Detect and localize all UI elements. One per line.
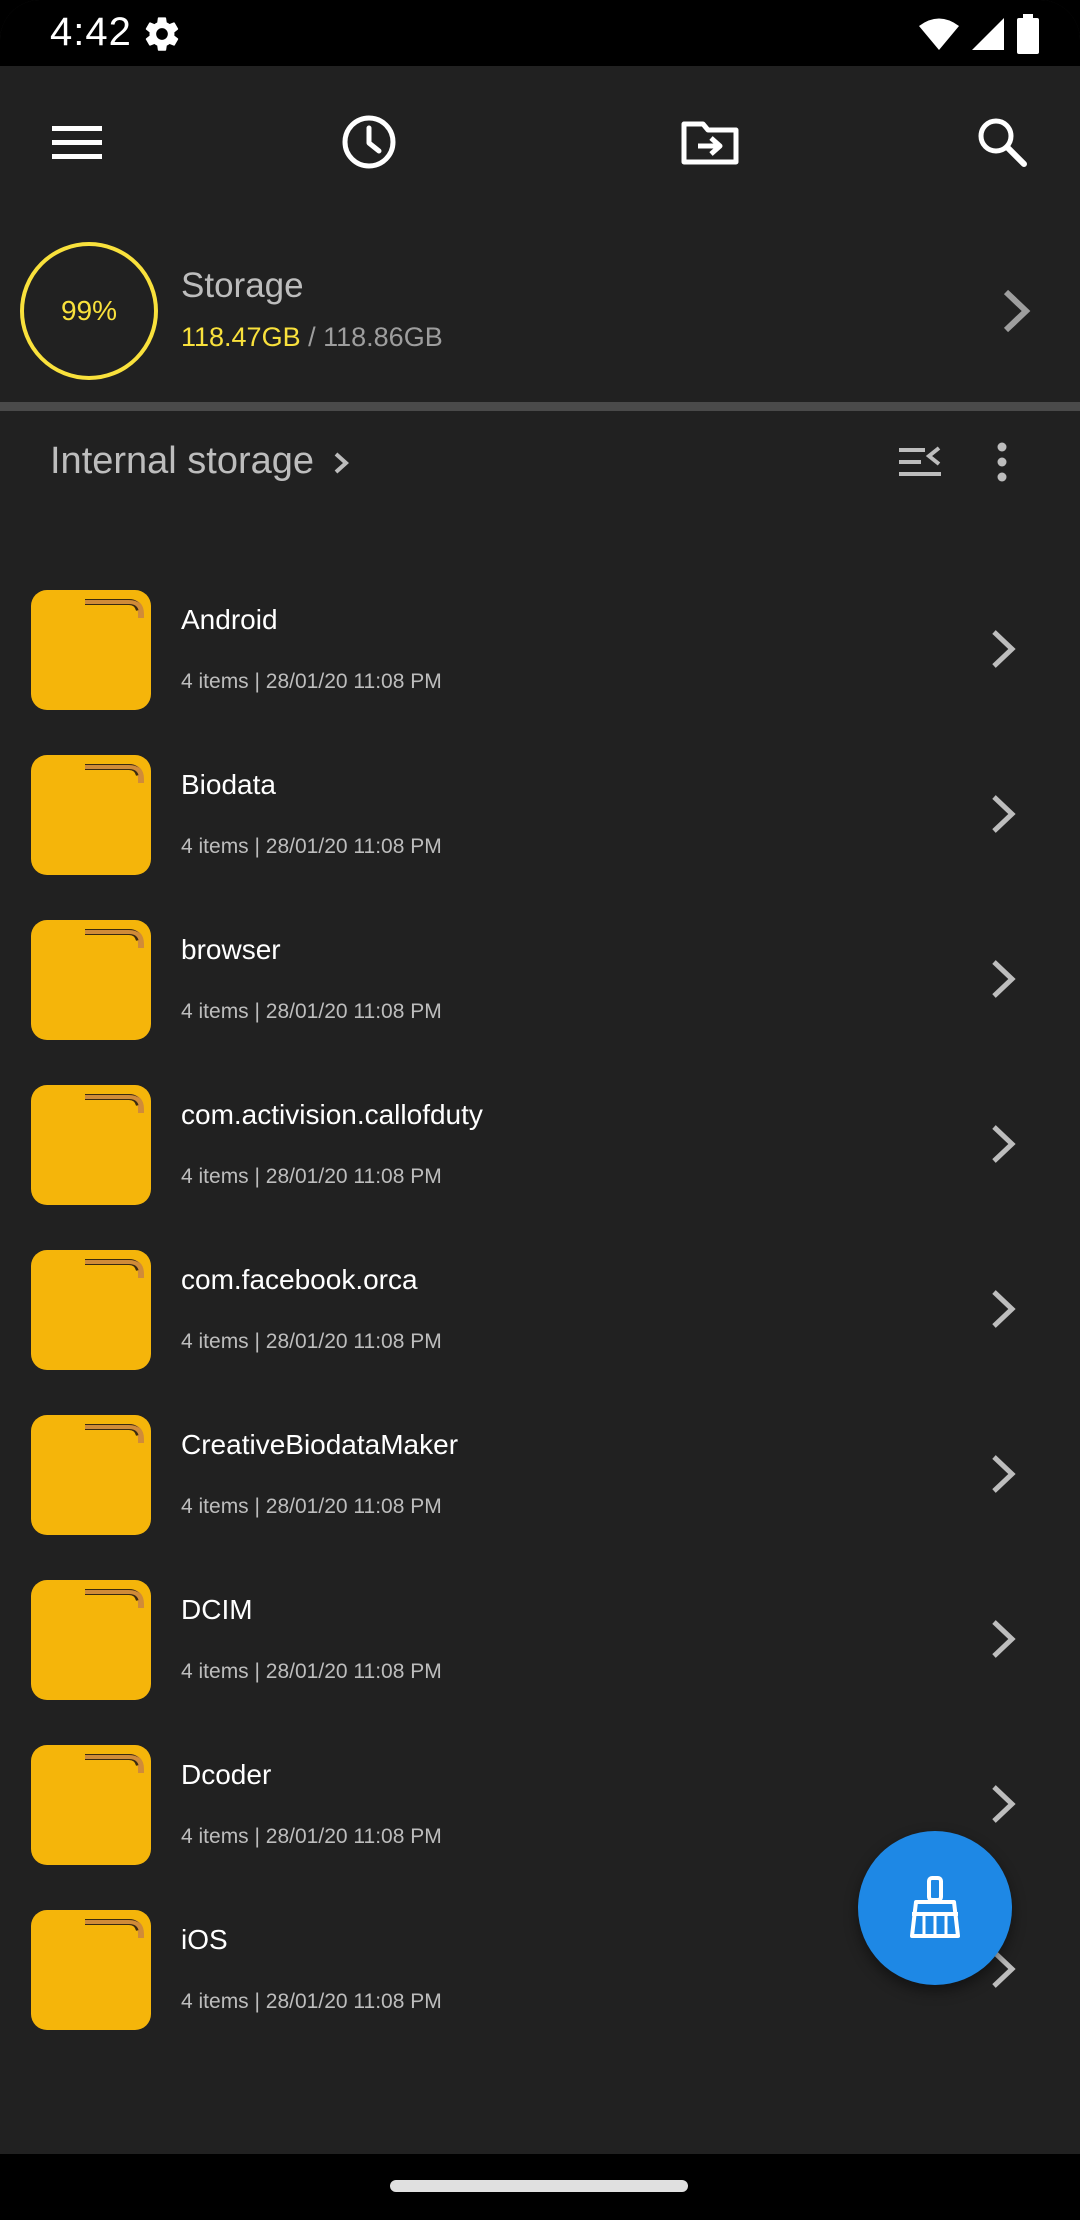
status-bar: 4:42 xyxy=(0,0,1080,66)
collapse-list-icon xyxy=(899,446,941,476)
file-meta: 4 items | 28/01/20 11:08 PM xyxy=(181,1330,442,1353)
list-item[interactable]: DCIM 4 items | 28/01/20 11:08 PM xyxy=(0,1558,1080,1723)
chevron-right-icon xyxy=(992,795,1016,833)
chevron-right-icon xyxy=(1003,289,1031,333)
storage-percent: 99% xyxy=(60,295,118,326)
file-meta: 4 items | 28/01/20 11:08 PM xyxy=(181,1165,442,1188)
storage-used: 118.47GB xyxy=(181,322,301,352)
file-meta: 4 items | 28/01/20 11:08 PM xyxy=(181,1495,442,1518)
status-icons xyxy=(918,14,1040,54)
menu-icon xyxy=(52,126,102,159)
storage-total: 118.86GB xyxy=(323,322,443,352)
chevron-right-icon xyxy=(992,960,1016,998)
list-item[interactable]: browser 4 items | 28/01/20 11:08 PM xyxy=(0,898,1080,1063)
chevron-right-icon xyxy=(992,1620,1016,1658)
recent-button[interactable] xyxy=(339,112,399,172)
storage-separator: / xyxy=(300,322,324,352)
more-options-button[interactable] xyxy=(972,432,1032,492)
file-list: Android 4 items | 28/01/20 11:08 PM Biodat… xyxy=(0,568,1080,2053)
home-gesture-pill[interactable] xyxy=(390,2180,688,2192)
file-name: com.facebook.orca xyxy=(181,1264,418,1295)
broom-clean-icon xyxy=(910,1876,960,1938)
list-item[interactable]: com.facebook.orca 4 items | 28/01/20 11:0… xyxy=(0,1228,1080,1393)
signal-icon xyxy=(972,18,1004,50)
file-name: Biodata xyxy=(181,769,276,800)
folder-icon xyxy=(31,1415,151,1535)
chevron-right-icon xyxy=(992,1785,1016,1823)
folder-icon xyxy=(31,1745,151,1865)
folder-icon xyxy=(31,755,151,875)
wifi-icon xyxy=(919,18,959,50)
move-to-button[interactable] xyxy=(680,112,740,172)
recent-history-icon xyxy=(342,115,396,169)
menu-button[interactable] xyxy=(47,112,107,172)
battery-icon xyxy=(1017,14,1039,54)
path-bar: Internal storage xyxy=(0,420,1080,504)
search-icon xyxy=(978,118,1027,167)
storage-usage-ring: 99% xyxy=(20,242,158,380)
collapse-list-button[interactable] xyxy=(890,432,950,492)
file-meta: 4 items | 28/01/20 11:08 PM xyxy=(181,670,442,693)
storage-title: Storage xyxy=(181,266,304,305)
file-meta: 4 items | 28/01/20 11:08 PM xyxy=(181,1825,442,1848)
folder-icon xyxy=(31,590,151,710)
list-item[interactable]: Android 4 items | 28/01/20 11:08 PM xyxy=(0,568,1080,733)
chevron-right-icon xyxy=(992,1455,1016,1493)
search-button[interactable] xyxy=(972,112,1032,172)
folder-icon xyxy=(31,1250,151,1370)
file-name: iOS xyxy=(181,1924,228,1955)
file-meta: 4 items | 28/01/20 11:08 PM xyxy=(181,1000,442,1023)
settings-gear-icon xyxy=(145,17,179,51)
file-name: Dcoder xyxy=(181,1759,272,1790)
list-item[interactable]: com.activision.callofduty 4 items | 28/01… xyxy=(0,1063,1080,1228)
storage-summary-card[interactable]: 99% Storage 118.47GB / 118.86GB xyxy=(0,236,1080,404)
file-name: browser xyxy=(181,934,281,965)
top-toolbar xyxy=(0,66,1080,216)
chevron-right-icon xyxy=(992,1125,1016,1163)
list-item[interactable]: CreativeBiodataMaker 4 items | 28/01/20 1… xyxy=(0,1393,1080,1558)
move-to-folder-icon xyxy=(681,121,739,165)
file-name: CreativeBiodataMaker xyxy=(181,1429,459,1460)
file-name: com.activision.callofduty xyxy=(181,1099,483,1130)
list-item[interactable]: Biodata 4 items | 28/01/20 11:08 PM xyxy=(0,733,1080,898)
file-manager-screen: 4:42 99% Storage 118.47GB / 118.86GB Int… xyxy=(0,0,1080,2220)
chevron-right-icon xyxy=(992,630,1016,668)
clean-fab-button[interactable] xyxy=(858,1831,1012,1985)
file-meta: 4 items | 28/01/20 11:08 PM xyxy=(181,1990,442,2013)
chevron-right-icon xyxy=(992,1290,1016,1328)
file-name: Android xyxy=(181,604,278,635)
folder-icon xyxy=(31,1085,151,1205)
folder-icon xyxy=(31,1910,151,2030)
file-meta: 4 items | 28/01/20 11:08 PM xyxy=(181,1660,442,1683)
status-time: 4:42 xyxy=(50,10,132,54)
folder-icon xyxy=(31,920,151,1040)
storage-usage-text: 118.47GB / 118.86GB xyxy=(181,322,443,353)
more-vert-icon xyxy=(997,442,1007,482)
breadcrumb-internal-storage[interactable]: Internal storage xyxy=(50,440,314,483)
breadcrumb-chevron-icon xyxy=(334,452,349,474)
file-meta: 4 items | 28/01/20 11:08 PM xyxy=(181,835,442,858)
section-divider xyxy=(0,402,1080,411)
navigation-bar xyxy=(0,2154,1080,2220)
file-name: DCIM xyxy=(181,1594,253,1625)
folder-icon xyxy=(31,1580,151,1700)
